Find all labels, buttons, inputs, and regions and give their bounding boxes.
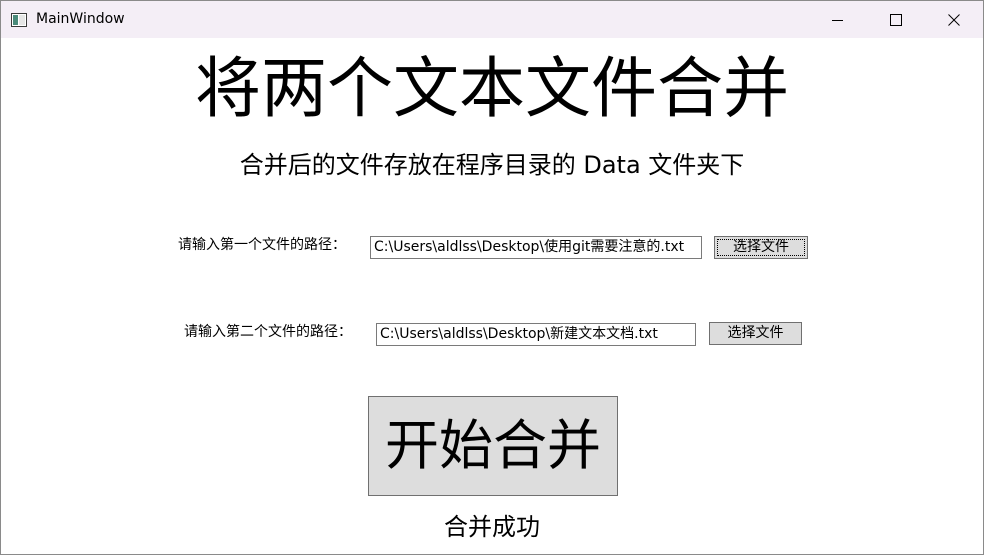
file2-select-button[interactable]: 选择文件 <box>709 322 802 345</box>
window-title: MainWindow <box>36 11 125 27</box>
page-subtitle: 合并后的文件存放在程序目录的 Data 文件夹下 <box>239 151 745 179</box>
maximize-button[interactable] <box>867 1 925 38</box>
file1-select-button-label: 选择文件 <box>733 239 789 255</box>
close-icon <box>948 13 960 26</box>
title-bar[interactable]: MainWindow <box>1 1 983 38</box>
minimize-icon <box>832 14 844 26</box>
window-app-icon <box>11 12 27 27</box>
start-merge-button[interactable]: 开始合并 <box>368 396 618 496</box>
file1-label: 请输入第一个文件的路径： <box>178 237 346 253</box>
file1-path-input[interactable]: C:\Users\aldlss\Desktop\使用git需要注意的.txt <box>370 236 702 259</box>
maximize-icon <box>890 13 902 26</box>
file2-select-button-label: 选择文件 <box>727 325 784 341</box>
status-message: 合并成功 <box>444 513 540 541</box>
file1-select-button[interactable]: 选择文件 <box>714 236 808 259</box>
file2-path-input[interactable]: C:\Users\aldlss\Desktop\新建文本文档.txt <box>376 323 696 346</box>
file2-label: 请输入第二个文件的路径： <box>184 324 352 340</box>
main-window: MainWindow 将两个文本文件合并 合并后的文件存放在程序目录的 Data… <box>0 0 984 555</box>
start-merge-button-label: 开始合并 <box>385 414 601 477</box>
page-title: 将两个文本文件合并 <box>195 50 789 127</box>
minimize-button[interactable] <box>809 1 867 38</box>
close-button[interactable] <box>925 1 983 38</box>
